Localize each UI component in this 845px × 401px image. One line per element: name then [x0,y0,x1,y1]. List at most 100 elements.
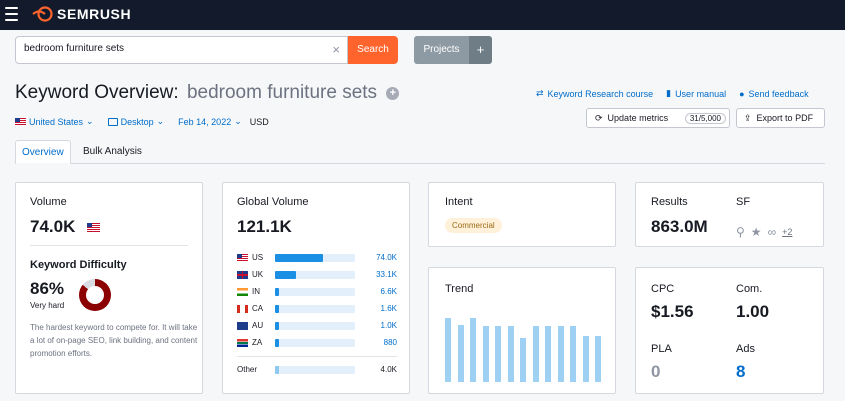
country-volume: 1.6K [380,304,397,313]
australia-flag-icon [237,322,248,330]
pla-value: 0 [651,362,661,381]
volume-label: Volume [30,196,67,208]
other-volume: 4.0K [380,365,397,374]
send-feedback-link[interactable]: ● Send feedback [739,88,808,99]
trend-bar [495,326,501,382]
country-row[interactable]: IN 6.6K [237,286,397,298]
volume-bar [275,288,279,296]
country-row[interactable]: CA 1.6K [237,303,397,315]
canada-flag-icon [237,305,248,313]
volume-value: 74.0K [30,217,76,236]
volume-bar [275,271,296,279]
tab-overview[interactable]: Overview [15,140,71,164]
menu-icon[interactable] [5,7,18,21]
tab-bar: Overview Bulk Analysis [15,140,825,164]
country-row[interactable]: ZA 880 [237,337,397,349]
device-select[interactable]: Desktop ⌄ [107,116,164,127]
results-value: 863.0M [651,217,708,236]
country-row[interactable]: US 74.0K [237,252,397,264]
india-flag-icon [237,288,248,296]
user-manual-link[interactable]: ▮ User manual [666,88,726,99]
database-label: United States [29,116,84,127]
intent-card: Intent Commercial [428,182,616,247]
course-icon: ⇄ [536,88,544,98]
currency-label: USD [249,116,269,127]
search-field[interactable]: bedroom furniture sets × [15,36,348,64]
add-project-button[interactable]: + [469,36,492,64]
global-volume-label: Global Volume [237,196,309,208]
refresh-icon: ⟳ [595,112,603,123]
country-volume: 6.6K [380,287,397,296]
keyword-course-label: Keyword Research course [547,88,654,99]
date-select[interactable]: Feb 14, 2022 ⌄ [178,116,242,127]
trend-bar [582,336,589,382]
volume-bar [275,339,279,347]
volume-bar-track [275,322,355,330]
chevron-down-icon: ⌄ [86,116,94,126]
volume-bar [275,305,279,313]
volume-bar-track [275,339,355,347]
add-keyword-icon[interactable]: + [386,87,400,100]
country-code: ZA [252,338,263,347]
trend-bar [482,326,489,382]
update-metrics-button[interactable]: ⟳ Update metrics 31/5,000 [586,108,730,128]
volume-bar [275,322,279,330]
cpc-card: CPC $1.56 Com. 1.00 PLA 0 Ads 8 [635,267,824,394]
volume-bar [275,366,279,374]
us-flag-icon [237,254,248,262]
volume-card: Volume 74.0K Keyword Difficulty 86% Very… [15,182,203,394]
book-icon: ▮ [666,88,672,98]
send-feedback-label: Send feedback [748,88,809,99]
tab-bulk-analysis[interactable]: Bulk Analysis [77,140,148,164]
chat-icon: ● [739,88,745,99]
ads-value[interactable]: 8 [736,362,745,382]
intent-badge[interactable]: Commercial [445,218,502,233]
country-row[interactable]: UK 33.1K [237,269,397,281]
export-pdf-button[interactable]: ⇪ Export to PDF [736,108,825,128]
semrush-logo[interactable]: SEMRUSH [32,6,131,22]
clear-icon[interactable]: × [332,42,340,57]
search-input[interactable]: bedroom furniture sets [24,43,124,54]
kd-level: Very hard [30,301,65,310]
uk-flag-icon [237,271,248,279]
trend-bar [470,318,476,382]
country-volume: 1.0K [380,321,397,330]
page-title-prefix: Keyword Overview: [15,82,179,103]
export-icon: ⇪ [744,112,752,123]
serp-features: ⚲ ★ ∞ +2 [736,225,792,239]
kd-description: The hardest keyword to compete for. It w… [30,323,198,358]
volume-bar-track [275,254,355,262]
country-row[interactable]: AU 1.0K [237,320,397,332]
trend-label: Trend [445,283,474,295]
us-flag-icon [15,117,26,126]
sf-more-link[interactable]: +2 [782,227,792,237]
kd-value: 86% [30,279,65,298]
projects-button[interactable]: Projects [414,36,469,64]
volume-bar-track [275,366,355,374]
help-links: ⇄ Keyword Research course ▮ User manual … [536,88,809,99]
kd-label: Keyword Difficulty [30,259,127,271]
export-pdf-label: Export to PDF [756,113,814,123]
volume-bar-track [275,288,355,296]
user-manual-label: User manual [675,88,727,99]
volume-bar [275,254,323,262]
results-label: Results [651,196,688,208]
page-title-keyword: bedroom furniture sets [186,82,378,103]
database-select[interactable]: United States ⌄ [15,116,94,127]
sf-label: SF [736,196,751,208]
country-code: US [252,253,264,262]
keyword-course-link[interactable]: ⇄ Keyword Research course [536,88,653,99]
trend-bar [457,325,464,382]
pla-label: PLA [651,343,672,355]
cpc-label: CPC [651,283,675,295]
volume-bar-track [275,305,355,313]
kd-donut-chart [79,279,111,311]
competition-label: Com. [736,283,763,295]
trend-chart [445,316,605,382]
trend-bar [520,338,526,382]
search-button[interactable]: Search [348,36,398,64]
link-icon: ∞ [767,225,777,239]
chevron-down-icon: ⌄ [234,116,242,126]
trend-bar [557,326,564,382]
trend-bar [595,336,601,382]
